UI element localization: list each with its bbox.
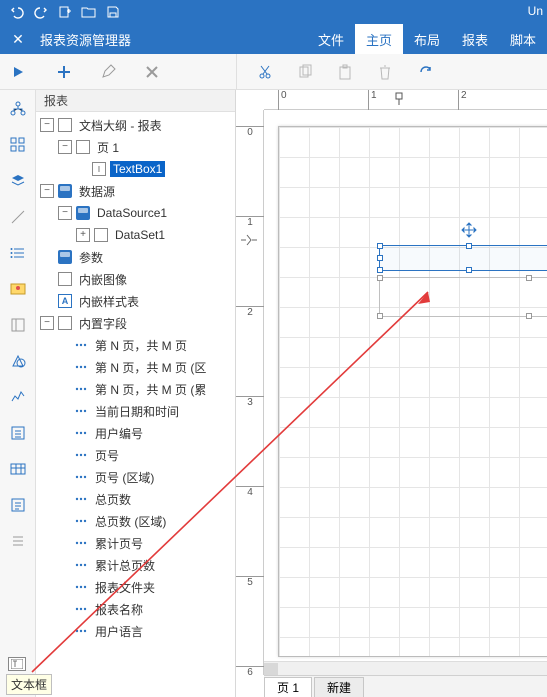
selected-textbox[interactable] bbox=[379, 245, 547, 271]
rail-spark-icon[interactable] bbox=[7, 386, 29, 408]
node-builtin-item[interactable]: 报表名称 bbox=[36, 598, 235, 620]
title-tab-bar: ✕ 报表资源管理器 文件 主页 布局 报表 脚本 bbox=[0, 24, 547, 54]
node-textbox1[interactable]: ITextBox1 bbox=[36, 158, 235, 180]
node-builtin-item[interactable]: 第 N 页，共 M 页 (区 bbox=[36, 356, 235, 378]
tab-script[interactable]: 脚本 bbox=[499, 24, 547, 54]
play-icon[interactable] bbox=[8, 62, 28, 82]
section-band[interactable] bbox=[379, 277, 547, 317]
rail-toc-icon[interactable] bbox=[7, 530, 29, 552]
move-handle-icon[interactable] bbox=[461, 222, 477, 238]
node-builtin-item[interactable]: 第 N 页，共 M 页 bbox=[36, 334, 235, 356]
redo2-icon[interactable] bbox=[415, 62, 435, 82]
new-icon[interactable] bbox=[54, 1, 76, 23]
scroll-left-button[interactable] bbox=[264, 663, 278, 675]
rail-layers-icon[interactable] bbox=[7, 170, 29, 192]
delete-icon[interactable] bbox=[142, 62, 162, 82]
rail-hierarchy-icon[interactable] bbox=[7, 98, 29, 120]
node-emb-style[interactable]: A内嵌样式表 bbox=[36, 290, 235, 312]
rail-list-icon[interactable] bbox=[7, 242, 29, 264]
explorer-tree[interactable]: −文档大纲 - 报表 −页 1 ITextBox1 −数据源 −DataSour… bbox=[36, 112, 235, 697]
style-icon: A bbox=[58, 294, 72, 308]
node-doc-outline[interactable]: −文档大纲 - 报表 bbox=[36, 114, 235, 136]
report-page[interactable] bbox=[278, 126, 547, 657]
panel-title: 报表资源管理器 bbox=[36, 24, 236, 54]
node-builtin-item[interactable]: 总页数 (区域) bbox=[36, 510, 235, 532]
panel-close-button[interactable]: ✕ bbox=[0, 24, 36, 54]
node-builtin[interactable]: −内置字段 bbox=[36, 312, 235, 334]
node-builtin-item[interactable]: 报表文件夹 bbox=[36, 576, 235, 598]
ruler-vertical: 0 1 2 3 4 5 6 bbox=[236, 110, 264, 675]
ruler-indicator-icon[interactable] bbox=[394, 92, 404, 106]
node-page1[interactable]: −页 1 bbox=[36, 136, 235, 158]
page-tab-bar: 页 1 新建 bbox=[264, 675, 547, 697]
rail-table-icon[interactable] bbox=[7, 458, 29, 480]
node-builtin-item[interactable]: 当前日期和时间 bbox=[36, 400, 235, 422]
add-icon[interactable] bbox=[54, 62, 74, 82]
node-builtin-item[interactable]: 页号 (区域) bbox=[36, 466, 235, 488]
node-builtin-item[interactable]: 累计总页数 bbox=[36, 554, 235, 576]
rail-panel-icon[interactable] bbox=[7, 314, 29, 336]
node-params[interactable]: 参数 bbox=[36, 246, 235, 268]
quick-access-toolbar: Un bbox=[0, 0, 547, 24]
rail-subreport-icon[interactable] bbox=[7, 422, 29, 444]
open-icon[interactable] bbox=[78, 1, 100, 23]
database-icon bbox=[58, 184, 72, 198]
window-title-fragment: Un bbox=[528, 4, 543, 18]
section-break-icon[interactable] bbox=[240, 234, 258, 246]
undo-icon[interactable] bbox=[6, 1, 28, 23]
save-icon[interactable] bbox=[102, 1, 124, 23]
rail-map-icon[interactable] bbox=[7, 278, 29, 300]
tab-layout[interactable]: 布局 bbox=[403, 24, 451, 54]
node-emb-image[interactable]: 内嵌图像 bbox=[36, 268, 235, 290]
ribbon-toolbar bbox=[0, 54, 547, 90]
horizontal-scrollbar[interactable] bbox=[264, 661, 547, 675]
edit-icon[interactable] bbox=[98, 62, 118, 82]
cut-icon[interactable] bbox=[255, 62, 275, 82]
node-dataset1[interactable]: +DataSet1 bbox=[36, 224, 235, 246]
trash-icon[interactable] bbox=[375, 62, 395, 82]
main-area: 报表 −文档大纲 - 报表 −页 1 ITextBox1 −数据源 −DataS… bbox=[0, 90, 547, 697]
rail-line-icon[interactable] bbox=[7, 206, 29, 228]
explorer-header: 报表 bbox=[36, 90, 235, 112]
node-datasource-root[interactable]: −数据源 bbox=[36, 180, 235, 202]
node-builtin-item[interactable]: 累计页号 bbox=[36, 532, 235, 554]
node-builtin-item[interactable]: 页号 bbox=[36, 444, 235, 466]
node-builtin-item[interactable]: 用户语言 bbox=[36, 620, 235, 642]
database-icon bbox=[76, 206, 90, 220]
copy-icon[interactable] bbox=[295, 62, 315, 82]
page-tab-new[interactable]: 新建 bbox=[314, 677, 364, 697]
explorer-panel: 报表 −文档大纲 - 报表 −页 1 ITextBox1 −数据源 −DataS… bbox=[36, 90, 236, 697]
tab-file[interactable]: 文件 bbox=[307, 24, 355, 54]
node-builtin-item[interactable]: 用户编号 bbox=[36, 422, 235, 444]
redo-icon[interactable] bbox=[30, 1, 52, 23]
tooltip: 文本框 bbox=[6, 674, 52, 695]
rail-richtext-icon[interactable] bbox=[7, 494, 29, 516]
design-canvas[interactable]: 0 1 2 0 1 2 3 4 5 6 bbox=[236, 90, 547, 697]
ruler-horizontal: 0 1 2 bbox=[264, 90, 547, 110]
node-builtin-item[interactable]: 第 N 页，共 M 页 (累 bbox=[36, 378, 235, 400]
rail-grid-icon[interactable] bbox=[7, 134, 29, 156]
rail-shape-icon[interactable] bbox=[7, 350, 29, 372]
page-tab-active[interactable]: 页 1 bbox=[264, 677, 312, 697]
tool-rail bbox=[0, 90, 36, 697]
node-datasource1[interactable]: −DataSource1 bbox=[36, 202, 235, 224]
textbox-tool-icon[interactable] bbox=[8, 657, 26, 671]
params-icon bbox=[58, 250, 72, 264]
paste-icon[interactable] bbox=[335, 62, 355, 82]
tab-report[interactable]: 报表 bbox=[451, 24, 499, 54]
tab-home[interactable]: 主页 bbox=[355, 24, 403, 54]
node-builtin-item[interactable]: 总页数 bbox=[36, 488, 235, 510]
